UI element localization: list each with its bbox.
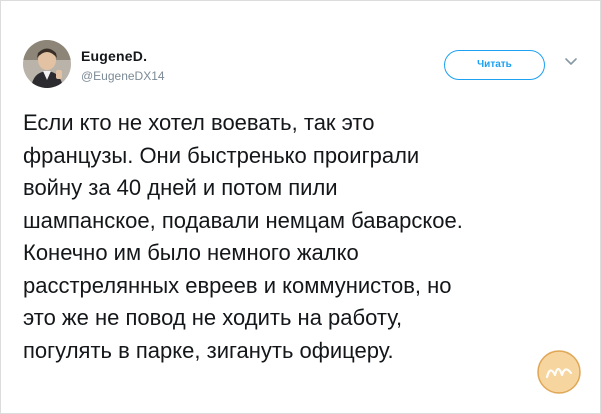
tweet-text-line: Конечно им было немного жалко (23, 240, 359, 265)
tweet-card: EugeneD. @EugeneDX14 Читать Если кто не … (0, 0, 601, 414)
tweet-text-line: французы. Они быстренько проиграли (23, 142, 420, 168)
author-name[interactable]: EugeneD. (81, 48, 147, 64)
tweet-text-line: Если кто не хотел воевать, так это (23, 110, 375, 135)
chevron-down-icon[interactable] (564, 57, 578, 67)
watermark-logo (537, 350, 581, 394)
author-handle[interactable]: @EugeneDX14 (81, 69, 165, 83)
follow-button[interactable]: Читать (444, 50, 545, 80)
tweet-text-line: войну за 40 дней и потом пили (23, 175, 338, 200)
tweet-text-line: расстрелянных евреев и коммунистов, но (23, 272, 452, 298)
avatar[interactable] (23, 40, 71, 88)
tweet-text: Если кто не хотел воевать, так это франц… (23, 107, 563, 367)
avatar-image (23, 40, 71, 88)
tweet-text-line: шампанское, подавали немцам баварское. (23, 207, 463, 233)
tweet-text-line: это же не повод не ходить на работу, (23, 305, 403, 330)
tweet-text-line: погулять в парке, зигануть офицеру. (23, 337, 394, 363)
